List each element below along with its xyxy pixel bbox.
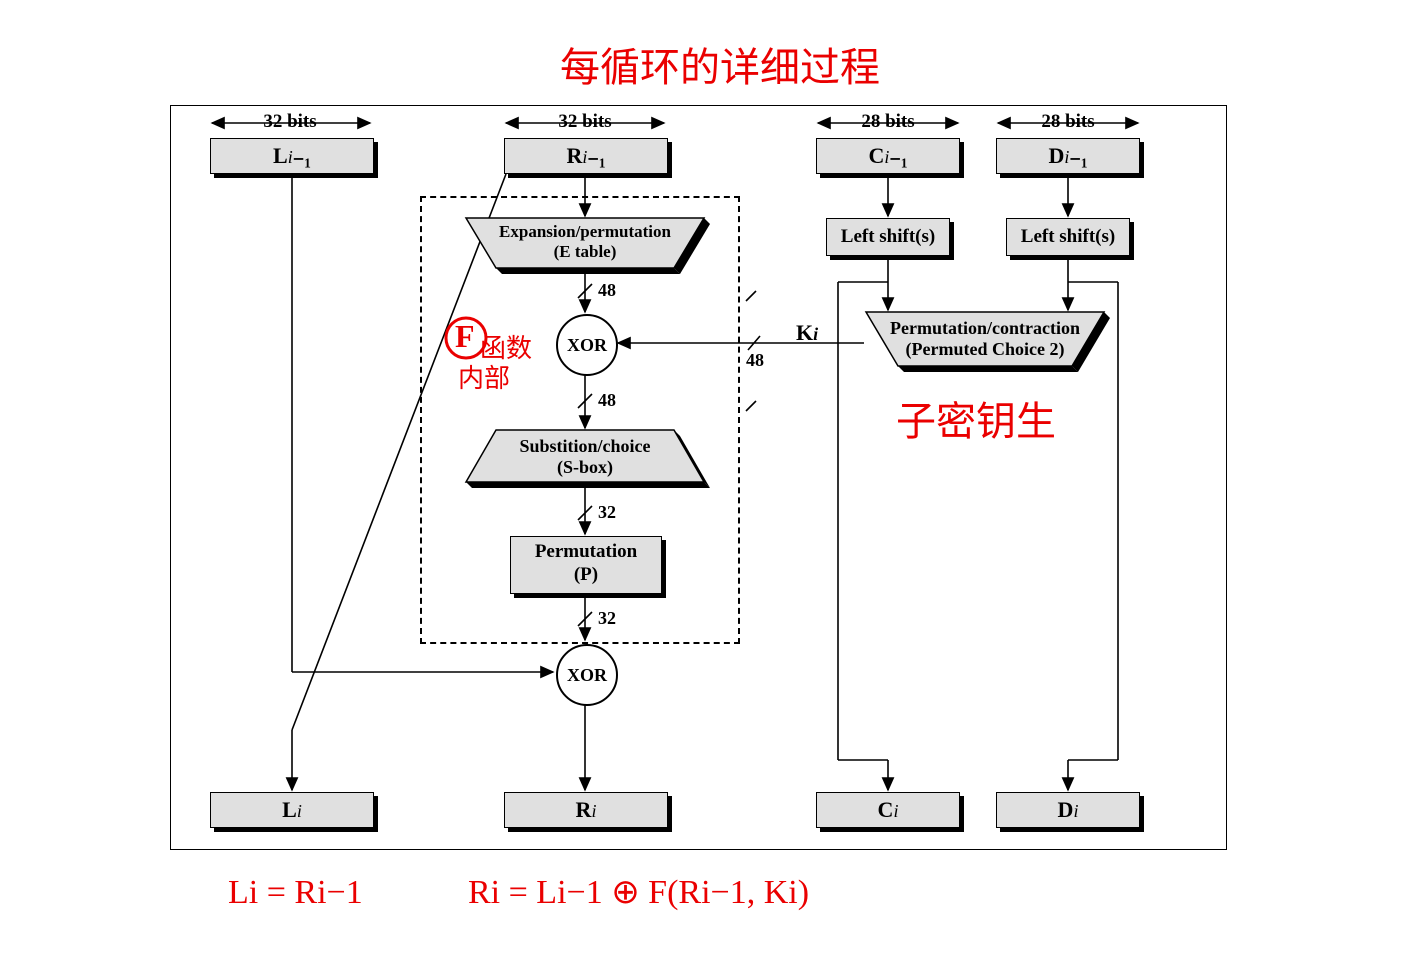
leftshift-d: Left shift(s) [1006, 218, 1130, 256]
sbox-l1: Substition/choice [519, 436, 650, 456]
ki-label: Ki [796, 320, 818, 346]
ann-title: 每循环的详细过程 [560, 48, 880, 88]
expansion-l1: Expansion/permutation [499, 222, 671, 241]
perm-l1: Permutation [535, 541, 637, 562]
block-C-in: Ci₋₁ [816, 138, 960, 174]
ann-F-sub1: 函数 [480, 336, 532, 362]
block-C-out: Ci [816, 792, 960, 828]
block-D-in: Di₋₁ [996, 138, 1140, 174]
block-R-in: Ri₋₁ [504, 138, 668, 174]
ann-eq-L: Li = Ri−1 [228, 876, 363, 910]
bits-32-l: 32 bits [260, 111, 320, 133]
ann-eq-R: Ri = Li−1 ⊕ F(Ri−1, Ki) [468, 876, 809, 910]
wire-48a: 48 [598, 280, 616, 301]
ann-subkey: 子密钥生 [896, 402, 1056, 442]
block-L-out: Li [210, 792, 374, 828]
pc2-label: Permutation/contraction (Permuted Choice… [866, 318, 1104, 359]
bits-28-d: 28 bits [1038, 111, 1098, 133]
leftshift-c: Left shift(s) [826, 218, 950, 256]
bits-32-r: 32 bits [555, 111, 615, 133]
perm-l2: (P) [574, 564, 598, 585]
pc2-l1: Permutation/contraction [890, 318, 1080, 338]
block-L-in: Li₋₁ [210, 138, 374, 174]
wire-32b: 32 [598, 608, 616, 629]
sbox-l2: (S-box) [557, 457, 613, 477]
block-R-out: Ri [504, 792, 668, 828]
expansion-l2: (E table) [554, 242, 617, 261]
wire-48b: 48 [598, 390, 616, 411]
permutation-p: Permutation (P) [510, 536, 662, 594]
bits-28-c: 28 bits [858, 111, 918, 133]
ann-F-sub2: 内部 [458, 366, 510, 392]
wire-48c: 48 [746, 350, 764, 371]
xor-1: XOR [556, 314, 618, 376]
sbox-label: Substition/choice (S-box) [466, 436, 704, 477]
block-D-out: Di [996, 792, 1140, 828]
pc2-l2: (Permuted Choice 2) [906, 339, 1065, 359]
xor-2: XOR [556, 644, 618, 706]
ann-F: F [455, 320, 475, 352]
expansion-label: Expansion/permutation (E table) [466, 222, 704, 261]
wire-32a: 32 [598, 502, 616, 523]
